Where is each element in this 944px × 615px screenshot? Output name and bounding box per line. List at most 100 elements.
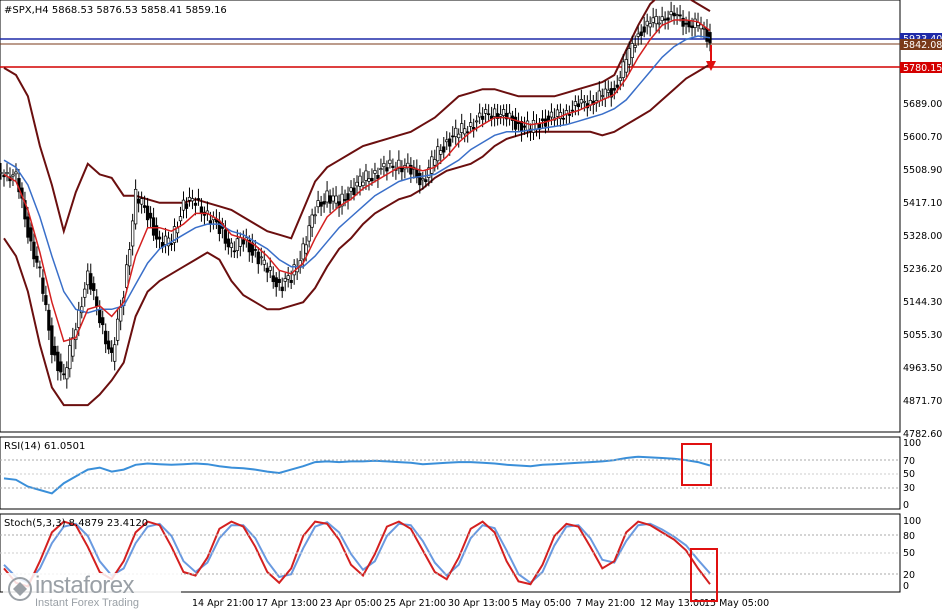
candle-body — [355, 181, 359, 187]
stoch-axis-80: 80 — [903, 531, 915, 542]
candle-body — [325, 190, 329, 203]
candle-body — [684, 22, 688, 25]
candle-body — [286, 275, 290, 280]
candle-body — [35, 255, 39, 263]
candle-body — [442, 146, 446, 153]
candle-body — [430, 156, 434, 174]
candle-body — [268, 266, 272, 271]
candle-body — [663, 18, 667, 21]
price-tag-brown: 5842.08 — [900, 39, 942, 51]
price-axis-label: 5236.20 — [903, 264, 942, 275]
rsi-pane[interactable] — [0, 436, 901, 510]
candle-body — [235, 238, 239, 251]
candle-body — [573, 101, 578, 106]
candle-body — [223, 229, 228, 244]
candle-body — [44, 295, 48, 306]
candle-body — [277, 278, 281, 283]
candle-body — [690, 25, 694, 29]
price-axis-label: 5144.30 — [903, 297, 942, 308]
candle-body — [549, 111, 554, 118]
price-tag-red: 5780.15 — [900, 62, 942, 74]
candle-body — [639, 31, 643, 36]
candle-body — [238, 237, 242, 247]
candle-body — [454, 127, 458, 137]
candle-body — [274, 277, 278, 288]
candle-body — [367, 178, 371, 182]
candle-body — [139, 198, 144, 205]
candle-body — [433, 159, 437, 166]
candle-body — [669, 11, 673, 16]
candle-body — [193, 202, 198, 206]
trading-chart[interactable]: #SPX,H4 5868.53 5876.53 5858.41 5859.16 … — [0, 0, 944, 615]
candle-body — [77, 309, 81, 328]
candle-body — [190, 198, 195, 202]
price-axis-label: 4871.70 — [903, 396, 942, 407]
candle-body — [86, 270, 90, 286]
candle-body — [388, 159, 392, 164]
candle-body — [501, 109, 506, 116]
candle-body — [406, 162, 410, 168]
candle-body — [621, 61, 625, 78]
candle-body — [151, 217, 156, 236]
watermark: instaforex Instant Forex Trading — [3, 572, 181, 613]
candle-body — [148, 212, 153, 219]
candle-body — [624, 59, 628, 73]
candle-body — [313, 214, 317, 217]
candle-body — [436, 146, 440, 162]
candle-body — [107, 340, 111, 350]
candle-body — [110, 347, 114, 353]
candle-body — [157, 236, 162, 240]
candle-body — [196, 198, 201, 200]
candle-body — [373, 170, 377, 174]
candle-body — [145, 205, 150, 221]
candle-body — [445, 139, 449, 143]
candle-body — [68, 345, 72, 370]
time-axis-label: 5 May 05:00 — [512, 598, 571, 609]
candle-body — [11, 174, 15, 177]
candle-body — [280, 286, 284, 292]
time-axis-label: 14 Apr 21:00 — [192, 598, 254, 609]
time-axis-label: 30 Apr 13:00 — [448, 598, 510, 609]
candle-body — [29, 227, 33, 242]
candle-body — [334, 195, 338, 204]
candle-body — [364, 170, 368, 181]
candle-body — [678, 14, 682, 17]
stoch-axis-100: 100 — [903, 516, 921, 527]
candle-body — [349, 187, 353, 192]
candle-body — [540, 118, 545, 121]
stoch-header: Stoch(5,3,3) 8.4879 23.4120 — [4, 518, 148, 529]
watermark-tagline: Instant Forex Trading — [35, 597, 139, 609]
time-axis-label: 25 Apr 21:00 — [384, 598, 446, 609]
rsi-axis-30: 30 — [903, 483, 915, 494]
candle-body — [262, 259, 266, 265]
price-tag-brown-text: 5842.08 — [903, 40, 942, 51]
candle-body — [89, 273, 93, 290]
candle-body — [642, 26, 646, 33]
candle-body — [687, 20, 691, 28]
candle-body — [5, 172, 9, 175]
price-axis-label: 5600.70 — [903, 132, 942, 143]
price-tag-red-text: 5780.15 — [903, 63, 942, 74]
candle-body — [125, 264, 129, 288]
candle-body — [229, 242, 234, 248]
candle-body — [424, 179, 428, 183]
candle-body — [400, 167, 404, 173]
candle-body — [660, 16, 664, 21]
candle-body — [92, 283, 96, 291]
candle-body — [651, 17, 655, 23]
price-axis-label: 4963.50 — [903, 363, 942, 374]
candle-body — [38, 266, 42, 269]
candle-body — [352, 187, 356, 196]
candle-body — [50, 325, 54, 355]
candle-body — [343, 199, 347, 201]
candle-body — [460, 123, 464, 133]
time-axis-label: 7 May 21:00 — [576, 598, 635, 609]
candle-body — [142, 205, 147, 208]
candle-body — [654, 16, 658, 25]
candle-body — [319, 201, 323, 207]
candle-body — [576, 103, 581, 108]
candle-body — [466, 131, 470, 134]
candle-body — [618, 77, 622, 81]
candle-body — [241, 239, 245, 245]
price-axis-label: 5689.00 — [903, 99, 942, 110]
